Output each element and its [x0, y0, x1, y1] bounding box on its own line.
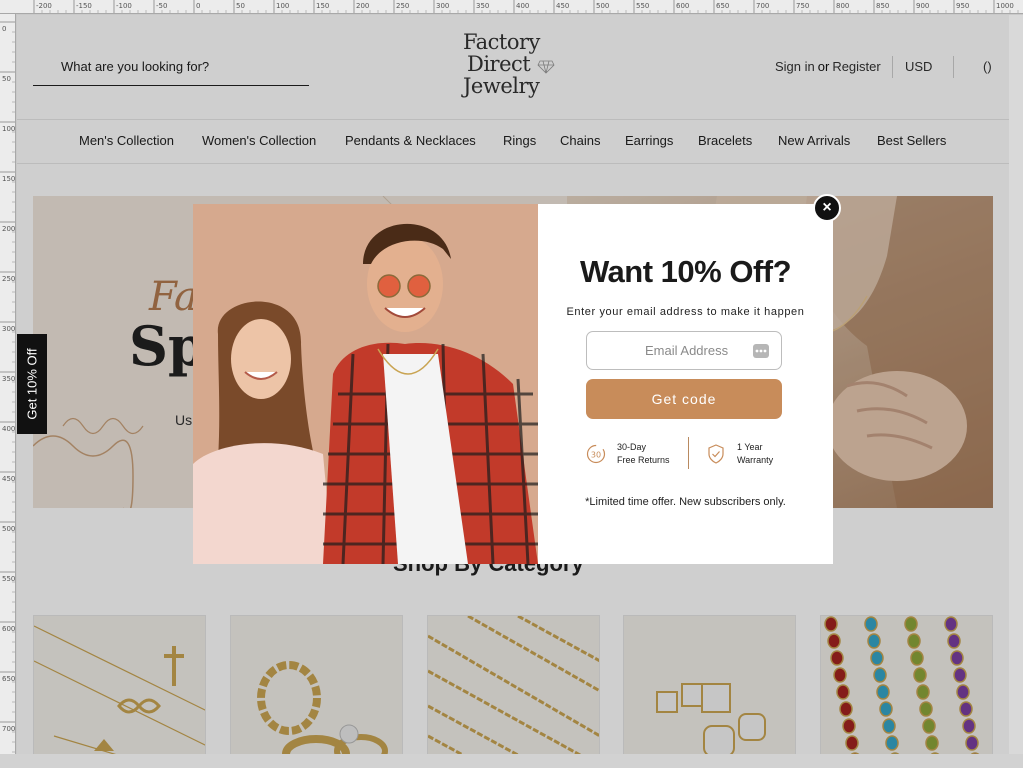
ruler-tick-label: 200 — [356, 2, 369, 10]
ruler-tick-label: 550 — [636, 2, 649, 10]
ruler-tick-label: -100 — [116, 2, 132, 10]
popup-couple-photo — [193, 204, 538, 564]
benefit-returns: 30-Day Free Returns — [617, 441, 670, 467]
ruler-tick-label: 750 — [796, 2, 809, 10]
horizontal-ruler: -200 -150 -100 -50 0 50 100 150 200 250 300 350 400 4… — [0, 0, 1023, 14]
ruler-tick-label: 350 — [476, 2, 489, 10]
ruler-tick-label: 50 — [236, 2, 245, 10]
benefit-divider — [688, 437, 689, 469]
page-scroll-edge — [1009, 15, 1023, 754]
ruler-tick-label: 650 — [716, 2, 729, 10]
ruler-tick-label: 800 — [836, 2, 849, 10]
ruler-tick-label: -50 — [156, 2, 167, 10]
vertical-ruler: 0 50 100 150 200 250 300 350 400 450 500 550 600 650 7… — [0, 14, 16, 768]
ruler-tick-label: 400 — [516, 2, 529, 10]
close-popup-button[interactable]: × — [813, 194, 841, 222]
ruler-tick-label: 1000 — [996, 2, 1014, 10]
page-bottom-edge — [0, 754, 1023, 768]
email-field[interactable]: Email Address — [586, 331, 782, 370]
dots-glyph — [755, 349, 767, 353]
ruler-tick-label: 450 — [556, 2, 569, 10]
benefit-returns-line1: 30-Day — [617, 442, 647, 452]
ruler-tick-label: -200 — [36, 2, 52, 10]
ruler-tick-label: 700 — [756, 2, 769, 10]
ruler-tick-label: 900 — [916, 2, 929, 10]
browser-viewport: -200 -150 -100 -50 0 50 100 150 200 250 300 350 400 4… — [0, 0, 1023, 768]
email-placeholder: Email Address — [645, 343, 729, 358]
benefit-warranty: 1 Year Warranty — [737, 441, 773, 467]
get-discount-side-tab[interactable]: Get 10% Off — [17, 334, 47, 434]
ruler-tick-label: 300 — [436, 2, 449, 10]
popup-subtitle: Enter your email address to make it happ… — [566, 306, 805, 318]
popup-title: Want 10% Off? — [579, 254, 792, 289]
side-tab-label: Get 10% Off — [24, 348, 40, 420]
ruler-tick-label: 50 — [2, 75, 11, 83]
vertical-ruler-ticks: 0501001502002503003504004505005506006507… — [0, 21, 15, 763]
ruler-tick-label: 0 — [2, 25, 6, 33]
popup-fine-print: *Limited time offer. New subscribers onl… — [585, 496, 786, 508]
benefit-warranty-line2: Warranty — [737, 455, 774, 465]
ruler-tick-label: -150 — [76, 2, 92, 10]
return-badge-number: 30 — [591, 451, 601, 460]
couple-illustration — [193, 204, 538, 564]
ruler-tick-label: 150 — [316, 2, 329, 10]
ruler-tick-label: 0 — [196, 2, 200, 10]
30-day-return-icon: 30 — [586, 444, 606, 464]
get-code-button[interactable]: Get code — [586, 379, 782, 419]
password-manager-icon[interactable] — [753, 344, 769, 358]
discount-popup: Want 10% Off? Enter your email address t… — [193, 204, 833, 564]
ruler-tick-label: 100 — [276, 2, 289, 10]
benefit-warranty-line1: 1 Year — [737, 442, 763, 452]
ruler-tick-label: 850 — [876, 2, 889, 10]
ruler-tick-label: 500 — [596, 2, 609, 10]
ruler-tick-label: 600 — [676, 2, 689, 10]
shield-check-icon — [708, 444, 724, 464]
benefit-returns-line2: Free Returns — [617, 455, 670, 465]
horizontal-ruler-ticks: -200 -150 -100 -50 0 50 100 150 200 250 300 350 400 4… — [33, 0, 1019, 13]
popup-content: Want 10% Off? Enter your email address t… — [538, 204, 833, 564]
ruler-tick-label: 250 — [396, 2, 409, 10]
ruler-tick-label: 950 — [956, 2, 969, 10]
